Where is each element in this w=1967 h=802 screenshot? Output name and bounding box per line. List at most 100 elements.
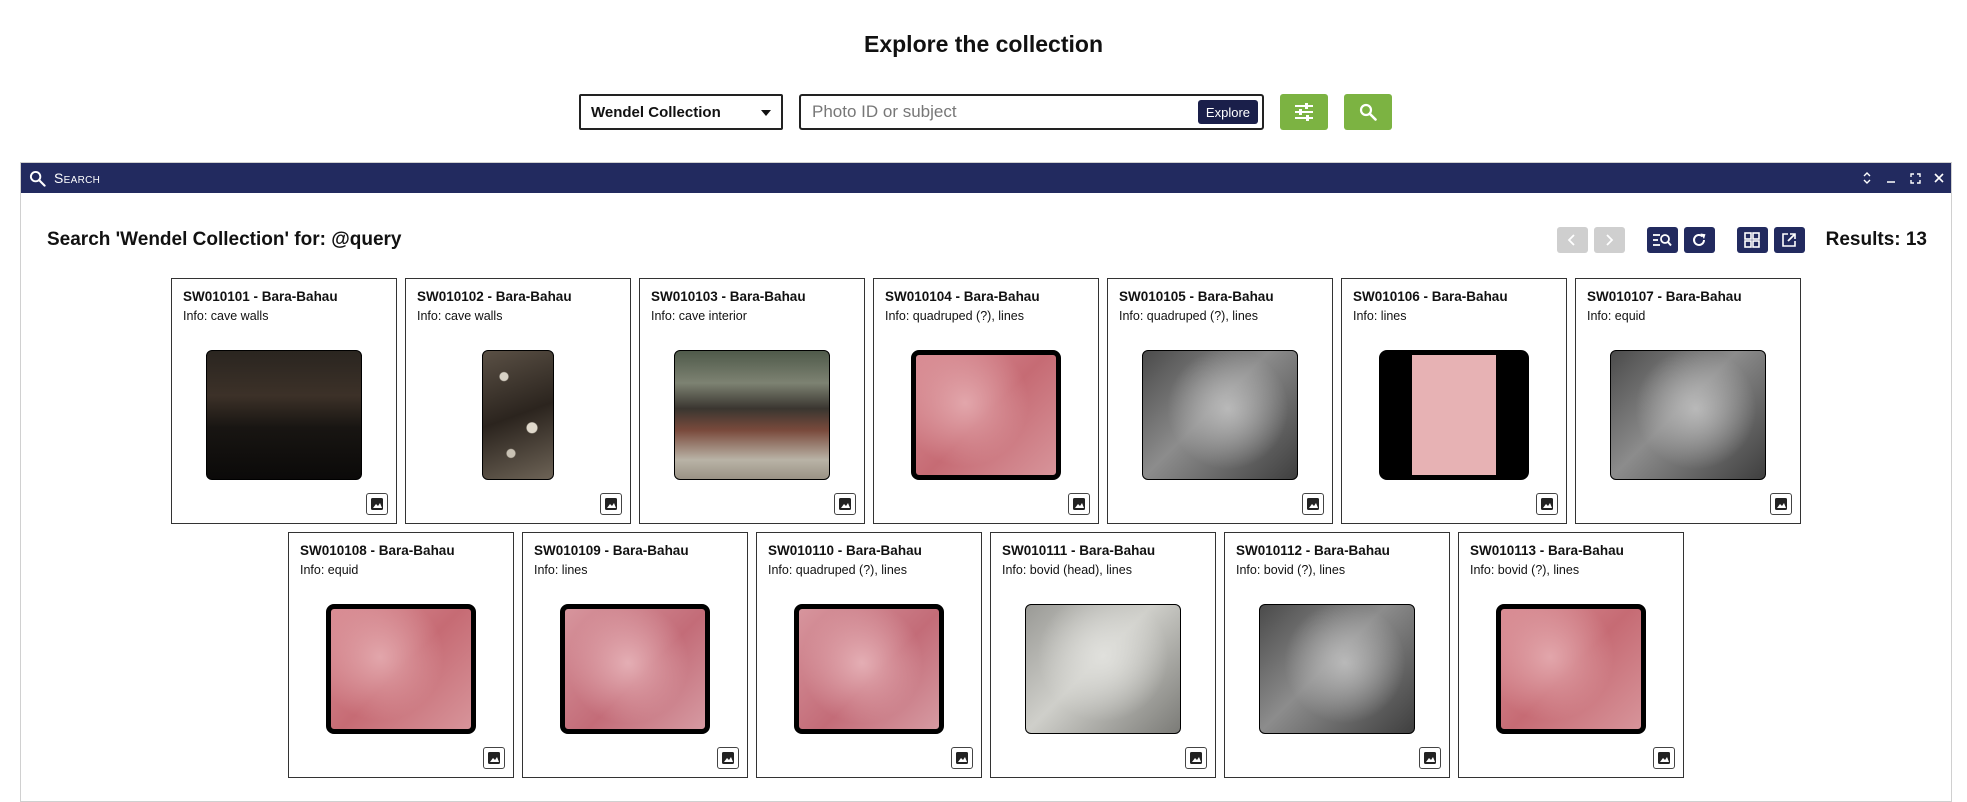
open-image-button[interactable] <box>1068 493 1090 515</box>
result-card[interactable]: SW010110 - Bara-Bahau Info: quadruped (?)… <box>756 532 982 778</box>
result-thumbnail[interactable] <box>560 604 710 734</box>
next-page-button[interactable] <box>1593 227 1625 253</box>
result-card[interactable]: SW010103 - Bara-Bahau Info: cave interior <box>639 278 865 524</box>
result-card-title: SW010110 - Bara-Bahau <box>768 543 922 558</box>
explore-button[interactable]: Explore <box>1197 100 1258 124</box>
result-thumbnail[interactable] <box>326 604 476 734</box>
result-card-info: Info: quadruped (?), lines <box>885 309 1024 323</box>
open-image-button[interactable] <box>1185 747 1207 769</box>
result-card-title: SW010113 - Bara-Bahau <box>1470 543 1624 558</box>
result-thumbnail[interactable] <box>482 350 554 480</box>
result-card-title: SW010104 - Bara-Bahau <box>885 289 1040 304</box>
page-title: Explore the collection <box>864 31 1103 57</box>
results-grid: SW010101 - Bara-Bahau Info: cave walls SW0… <box>56 278 1916 778</box>
refresh-icon <box>1693 233 1706 246</box>
result-thumbnail[interactable] <box>206 350 362 480</box>
search-button[interactable] <box>1344 94 1392 130</box>
result-card-title: SW010106 - Bara-Bahau <box>1353 289 1508 304</box>
result-card[interactable]: SW010113 - Bara-Bahau Info: bovid (?), li… <box>1458 532 1684 778</box>
result-card-info: Info: cave walls <box>417 309 503 323</box>
result-card-info: Info: bovid (head), lines <box>1002 563 1132 577</box>
result-card[interactable]: SW010112 - Bara-Bahau Info: bovid (?), li… <box>1224 532 1450 778</box>
image-icon <box>1424 752 1436 764</box>
maximize-icon <box>1909 172 1921 184</box>
open-image-button[interactable] <box>1653 747 1675 769</box>
close-icon <box>1934 173 1944 183</box>
image-icon <box>371 498 383 510</box>
result-thumbnail[interactable] <box>794 604 944 734</box>
result-thumbnail[interactable] <box>1610 350 1766 480</box>
open-external-button[interactable] <box>1773 227 1805 253</box>
result-card[interactable]: SW010107 - Bara-Bahau Info: equid <box>1575 278 1801 524</box>
search-input[interactable] <box>812 102 1198 122</box>
image-icon <box>722 752 734 764</box>
open-image-button[interactable] <box>951 747 973 769</box>
external-link-icon <box>1782 233 1796 247</box>
result-card-title: SW010107 - Bara-Bahau <box>1587 289 1742 304</box>
result-thumbnail[interactable] <box>1025 604 1181 734</box>
open-image-button[interactable] <box>1536 493 1558 515</box>
result-card-title: SW010109 - Bara-Bahau <box>534 543 689 558</box>
image-icon <box>839 498 851 510</box>
grid-icon <box>1744 232 1760 248</box>
search-results-button[interactable] <box>1646 227 1678 253</box>
results-toolbar: Results: 13 <box>1556 227 1927 253</box>
open-image-button[interactable] <box>1419 747 1441 769</box>
result-card[interactable]: SW010108 - Bara-Bahau Info: equid <box>288 532 514 778</box>
open-image-button[interactable] <box>834 493 856 515</box>
minimize-icon <box>1887 181 1895 183</box>
result-card-info: Info: quadruped (?), lines <box>1119 309 1258 323</box>
open-image-button[interactable] <box>600 493 622 515</box>
open-image-button[interactable] <box>483 747 505 769</box>
window-title: Search <box>54 170 101 186</box>
result-card[interactable]: SW010101 - Bara-Bahau Info: cave walls <box>171 278 397 524</box>
result-card-info: Info: quadruped (?), lines <box>768 563 907 577</box>
result-card-title: SW010108 - Bara-Bahau <box>300 543 455 558</box>
open-image-button[interactable] <box>1770 493 1792 515</box>
image-icon <box>1541 498 1553 510</box>
result-card[interactable]: SW010105 - Bara-Bahau Info: quadruped (?)… <box>1107 278 1333 524</box>
collection-select[interactable]: Wendel Collection <box>579 94 783 130</box>
expand-collapse-icon <box>1863 172 1871 184</box>
maximize-button[interactable] <box>1909 171 1921 185</box>
result-thumbnail[interactable] <box>1496 604 1646 734</box>
result-card[interactable]: SW010106 - Bara-Bahau Info: lines <box>1341 278 1567 524</box>
image-icon <box>1307 498 1319 510</box>
refresh-button[interactable] <box>1683 227 1715 253</box>
window-titlebar[interactable]: Search <box>21 163 1951 193</box>
close-button[interactable] <box>1933 171 1945 185</box>
result-card-info: Info: equid <box>300 563 359 577</box>
image-icon <box>1775 498 1787 510</box>
grid-view-button[interactable] <box>1736 227 1768 253</box>
result-card-info: Info: lines <box>534 563 588 577</box>
result-card[interactable]: SW010102 - Bara-Bahau Info: cave walls <box>405 278 631 524</box>
result-card-info: Info: cave interior <box>651 309 747 323</box>
result-thumbnail[interactable] <box>674 350 830 480</box>
search-icon <box>1359 103 1377 121</box>
minimize-button[interactable] <box>1885 171 1897 185</box>
image-icon <box>1658 752 1670 764</box>
search-bar: Wendel Collection Explore <box>579 94 1392 130</box>
result-card[interactable]: SW010104 - Bara-Bahau Info: quadruped (?)… <box>873 278 1099 524</box>
chevron-left-icon <box>1567 234 1575 246</box>
open-image-button[interactable] <box>717 747 739 769</box>
image-icon <box>1073 498 1085 510</box>
result-card-title: SW010112 - Bara-Bahau <box>1236 543 1390 558</box>
result-thumbnail[interactable] <box>1379 350 1529 480</box>
collapse-button[interactable] <box>1861 171 1873 185</box>
open-image-button[interactable] <box>1302 493 1324 515</box>
result-thumbnail[interactable] <box>1142 350 1298 480</box>
search-window: Search Search 'Wendel Collection' for: @… <box>20 162 1952 802</box>
result-card-info: Info: bovid (?), lines <box>1470 563 1580 577</box>
filter-button[interactable] <box>1280 94 1328 130</box>
sliders-icon <box>1295 103 1313 121</box>
prev-page-button[interactable] <box>1556 227 1588 253</box>
list-search-icon <box>1653 234 1672 247</box>
result-card-info: Info: cave walls <box>183 309 269 323</box>
open-image-button[interactable] <box>366 493 388 515</box>
result-card[interactable]: SW010109 - Bara-Bahau Info: lines <box>522 532 748 778</box>
result-card[interactable]: SW010111 - Bara-Bahau Info: bovid (head),… <box>990 532 1216 778</box>
result-thumbnail[interactable] <box>911 350 1061 480</box>
result-card-title: SW010103 - Bara-Bahau <box>651 289 806 304</box>
result-thumbnail[interactable] <box>1259 604 1415 734</box>
